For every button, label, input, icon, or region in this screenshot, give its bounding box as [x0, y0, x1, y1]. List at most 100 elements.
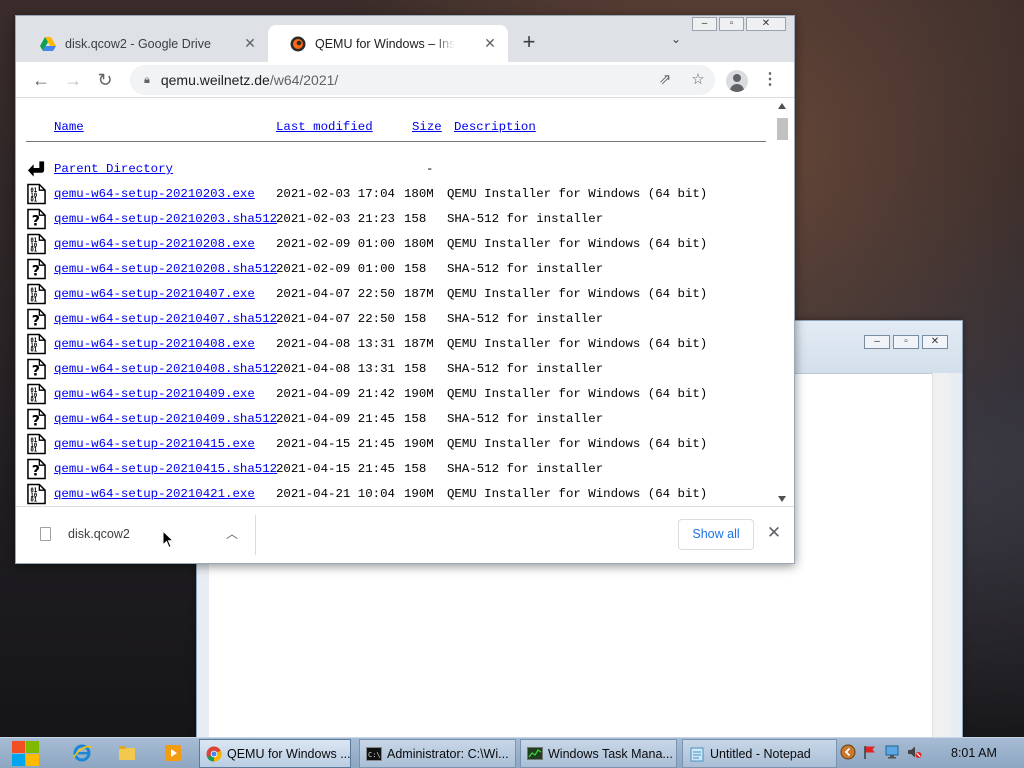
media-player-icon[interactable] — [163, 743, 183, 763]
file-link[interactable]: qemu-w64-setup-20210208.sha512 — [54, 262, 277, 276]
file-link[interactable]: qemu-w64-setup-20210208.exe — [54, 237, 255, 251]
close-icon[interactable]: ✕ — [922, 335, 948, 349]
file-description: SHA-512 for installer — [447, 362, 604, 376]
binary-icon: 011001 — [27, 333, 46, 355]
sort-by-size-link[interactable]: Size — [412, 120, 442, 134]
file-row: 01 10 01 qemu-w64-setup-20210415.exe 2021-04… — [16, 433, 779, 458]
taskbar-notepad-button[interactable]: Untitled - Notepad — [682, 739, 837, 768]
page-scrollbar[interactable] — [775, 98, 791, 506]
file-explorer-icon[interactable] — [117, 743, 137, 763]
bookmark-star-icon[interactable]: ☆ — [688, 70, 708, 90]
file-link[interactable]: qemu-w64-setup-20210408.sha512 — [54, 362, 277, 376]
file-modified: 2021-04-15 21:45 — [276, 462, 395, 476]
header-divider — [26, 141, 766, 142]
volume-muted-icon[interactable] — [906, 744, 922, 760]
file-row: 01 10 01 qemu-w64-setup-20210203.exe 2021-02… — [16, 183, 779, 208]
address-bar[interactable]: 🔒︎ qemu.weilnetz.de /w64/2021/ ⇗ ☆ — [130, 65, 715, 95]
file-link[interactable]: qemu-w64-setup-20210203.sha512 — [54, 212, 277, 226]
sort-by-description-link[interactable]: Description — [454, 120, 536, 134]
minimize-icon[interactable]: – — [864, 335, 890, 349]
file-modified: 2021-04-15 21:45 — [276, 437, 395, 451]
file-description: SHA-512 for installer — [447, 462, 604, 476]
file-description: QEMU Installer for Windows (64 bit) — [447, 337, 708, 351]
parent-directory-link[interactable]: Parent Directory — [54, 162, 173, 176]
chrome-window: disk.qcow2 - Google Drive ✕ QEMU for Win… — [15, 15, 795, 564]
task-manager-icon — [527, 746, 543, 760]
file-size: 190M — [404, 387, 434, 401]
file-modified: 2021-04-07 22:50 — [276, 312, 395, 326]
tab-google-drive[interactable]: disk.qcow2 - Google Drive ✕ — [18, 25, 268, 62]
action-center-flag-icon[interactable] — [862, 744, 878, 760]
download-item[interactable]: disk.qcow2 ︿ — [30, 515, 256, 555]
taskbar: QEMU for Windows ... C:\ Administrator: … — [0, 737, 1024, 768]
tab-search-chevron-icon[interactable]: ⌄ — [664, 32, 688, 52]
file-link[interactable]: qemu-w64-setup-20210415.exe — [54, 437, 255, 451]
internet-explorer-icon[interactable] — [72, 743, 92, 763]
lock-icon[interactable]: 🔒︎ — [144, 74, 150, 87]
profile-avatar-icon[interactable] — [726, 70, 748, 92]
file-row: ? qemu-w64-setup-20210203.sha512 2021-02-0… — [16, 208, 779, 233]
svg-text:01: 01 — [30, 498, 37, 504]
browser-toolbar: ← → ↻ 🔒︎ qemu.weilnetz.de /w64/2021/ ⇗ ☆… — [16, 62, 794, 98]
back-folder-icon — [27, 161, 45, 177]
close-tab-icon[interactable]: ✕ — [242, 35, 258, 51]
taskbar-task-manager-button[interactable]: Windows Task Mana... — [520, 739, 677, 768]
sort-by-modified-link[interactable]: Last modified — [276, 120, 373, 134]
close-window-icon[interactable]: ✕ — [746, 17, 786, 31]
file-row: 01 10 01 qemu-w64-setup-20210407.exe 2021-04… — [16, 283, 779, 308]
scroll-up-arrow-icon[interactable] — [778, 103, 786, 109]
show-all-button[interactable]: Show all — [678, 519, 754, 550]
unknown-file-icon: ? — [27, 208, 46, 230]
reload-icon[interactable]: ↻ — [93, 68, 117, 92]
tab-qemu[interactable]: QEMU for Windows – Installers (64 bit) ✕ — [268, 25, 508, 62]
taskbar-clock[interactable]: 8:01 AM — [951, 746, 997, 760]
forward-arrow-icon[interactable]: → — [61, 68, 85, 92]
file-description: SHA-512 for installer — [447, 412, 604, 426]
sort-by-name-link[interactable]: Name — [54, 120, 84, 134]
back-arrow-icon[interactable]: ← — [29, 68, 53, 92]
file-row: 01 10 01 qemu-w64-setup-20210208.exe 2021-02… — [16, 233, 779, 258]
system-tray — [840, 744, 922, 760]
svg-text:01: 01 — [30, 248, 37, 254]
tray-arrow-icon[interactable] — [840, 744, 856, 760]
binary-icon: 011001 — [27, 383, 46, 405]
file-size: 180M — [404, 187, 434, 201]
tab-label: disk.qcow2 - Google Drive — [65, 36, 211, 51]
new-tab-button[interactable]: + — [516, 30, 542, 56]
scroll-down-arrow-icon[interactable] — [778, 496, 786, 502]
start-windows-icon[interactable] — [9, 739, 43, 768]
url-host: qemu.weilnetz.de — [160, 72, 270, 88]
unknown-file-icon: ? — [27, 408, 46, 430]
file-link[interactable]: qemu-w64-setup-20210408.exe — [54, 337, 255, 351]
cmd-icon: C:\ — [366, 746, 382, 761]
network-icon[interactable] — [884, 744, 900, 760]
close-tab-icon[interactable]: ✕ — [482, 35, 498, 51]
file-link[interactable]: qemu-w64-setup-20210421.exe — [54, 487, 255, 501]
background-window-scrollbar[interactable] — [932, 373, 950, 739]
scroll-thumb[interactable] — [777, 118, 788, 140]
menu-kebab-icon[interactable]: ⋮ — [760, 68, 780, 92]
maximize-icon[interactable]: ▫ — [893, 335, 919, 349]
file-modified: 2021-02-03 17:04 — [276, 187, 395, 201]
file-row: ? qemu-w64-setup-20210407.sha512 2021-04-0… — [16, 308, 779, 333]
binary-icon: 011001 — [27, 183, 46, 205]
file-modified: 2021-02-03 21:23 — [276, 212, 395, 226]
file-row: 01 10 01 qemu-w64-setup-20210421.exe 2021-04… — [16, 483, 779, 506]
file-link[interactable]: qemu-w64-setup-20210203.exe — [54, 187, 255, 201]
file-link[interactable]: qemu-w64-setup-20210409.sha512 — [54, 412, 277, 426]
minimize-icon[interactable]: – — [692, 17, 717, 31]
binary-icon: 011001 — [27, 233, 46, 255]
chevron-up-icon[interactable]: ︿ — [224, 525, 240, 541]
unknown-file-icon: ? — [27, 358, 46, 380]
taskbar-cmd-button[interactable]: C:\ Administrator: C:\Wi... — [359, 739, 516, 768]
taskbar-chrome-button[interactable]: QEMU for Windows ... — [199, 739, 351, 768]
close-shelf-icon[interactable]: ✕ — [764, 523, 784, 543]
svg-text:?: ? — [32, 414, 40, 430]
file-link[interactable]: qemu-w64-setup-20210409.exe — [54, 387, 255, 401]
share-icon[interactable]: ⇗ — [655, 70, 675, 90]
file-link[interactable]: qemu-w64-setup-20210407.sha512 — [54, 312, 277, 326]
file-link[interactable]: qemu-w64-setup-20210407.exe — [54, 287, 255, 301]
file-description: QEMU Installer for Windows (64 bit) — [447, 387, 708, 401]
maximize-icon[interactable]: ▫ — [719, 17, 744, 31]
file-link[interactable]: qemu-w64-setup-20210415.sha512 — [54, 462, 277, 476]
